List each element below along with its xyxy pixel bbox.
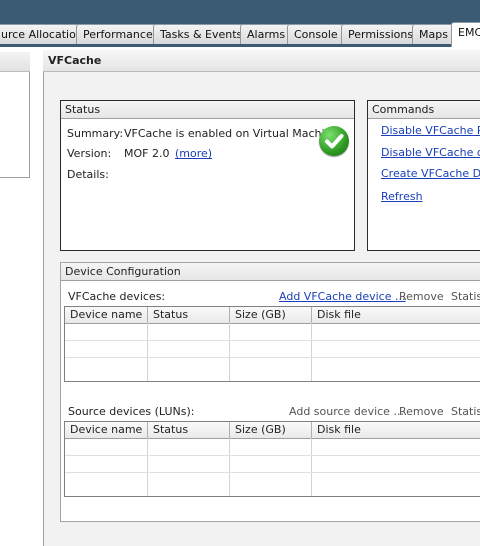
- version-value: MOF 2.0: [124, 147, 170, 160]
- vfcache-remove-action[interactable]: Remove: [399, 290, 444, 303]
- grid-divider: [229, 323, 230, 381]
- commands-panel-title: Commands: [368, 101, 480, 119]
- page-title: VFCache: [43, 50, 480, 72]
- grid-divider: [147, 438, 148, 496]
- status-panel: Status Summary: VFCache is enabled on Vi…: [60, 100, 355, 251]
- tab-console[interactable]: Console: [287, 24, 345, 44]
- column-device-name[interactable]: Device name: [65, 422, 148, 438]
- device-configuration-panel: Device Configuration VFCache devices: Ad…: [60, 262, 480, 522]
- column-status[interactable]: Status: [148, 422, 230, 438]
- source-remove-action[interactable]: Remove: [399, 405, 444, 418]
- grid-divider: [229, 438, 230, 496]
- column-disk-file[interactable]: Disk file: [312, 422, 480, 438]
- summary-value: VFCache is enabled on Virtual Machine: [124, 127, 339, 140]
- vfcache-statistics-action[interactable]: Statist: [451, 290, 480, 303]
- source-devices-label: Source devices (LUNs):: [68, 405, 195, 418]
- disable-vfcache-remove-link[interactable]: Disable VFCache Rem: [381, 124, 480, 137]
- window-header-bar: [0, 0, 480, 20]
- tab-alarms[interactable]: Alarms: [240, 24, 293, 44]
- source-statistics-action[interactable]: Statist: [451, 405, 480, 418]
- disable-vfcache-on-vm-link[interactable]: Disable VFCache on V: [381, 146, 480, 159]
- tab-tasks-events[interactable]: Tasks & Events: [153, 24, 250, 44]
- vfcache-devices-table: Device name Status Size (GB) Disk file: [64, 306, 480, 382]
- source-table-header: Device name Status Size (GB) Disk file: [65, 422, 480, 439]
- tab-performance[interactable]: Performance: [76, 24, 160, 44]
- grid-divider: [147, 323, 148, 381]
- tab-permissions[interactable]: Permissions: [341, 24, 421, 44]
- add-vfcache-device-link[interactable]: Add VFCache device ...: [279, 290, 405, 303]
- column-size[interactable]: Size (GB): [230, 422, 312, 438]
- tab-emc[interactable]: EMC: [451, 22, 480, 47]
- version-label: Version:: [67, 147, 112, 160]
- details-label: Details:: [67, 168, 109, 181]
- device-configuration-title: Device Configuration: [61, 263, 480, 281]
- table-row: [65, 357, 480, 358]
- vfcache-table-header: Device name Status Size (GB) Disk file: [65, 307, 480, 324]
- refresh-link[interactable]: Refresh: [381, 190, 423, 203]
- column-status[interactable]: Status: [148, 307, 230, 323]
- column-size[interactable]: Size (GB): [230, 307, 312, 323]
- vfcache-devices-label: VFCache devices:: [68, 290, 166, 303]
- check-icon: [319, 126, 349, 156]
- table-row: [65, 472, 480, 473]
- version-more-link[interactable]: (more): [175, 147, 212, 160]
- column-disk-file[interactable]: Disk file: [312, 307, 480, 323]
- grid-divider: [311, 323, 312, 381]
- grid-divider: [311, 438, 312, 496]
- left-panel-header: [0, 52, 30, 72]
- table-row: [65, 340, 480, 341]
- create-vfcache-device-link[interactable]: Create VFCache Devi: [381, 167, 480, 180]
- source-devices-table: Device name Status Size (GB) Disk file: [64, 421, 480, 497]
- add-source-device-action[interactable]: Add source device ...: [289, 405, 404, 418]
- status-panel-title: Status: [61, 101, 354, 119]
- column-device-name[interactable]: Device name: [65, 307, 148, 323]
- commands-panel: Commands Disable VFCache Rem Disable VFC…: [367, 100, 480, 251]
- table-row: [65, 455, 480, 456]
- summary-label: Summary:: [67, 127, 124, 140]
- tab-maps[interactable]: Maps: [412, 24, 455, 44]
